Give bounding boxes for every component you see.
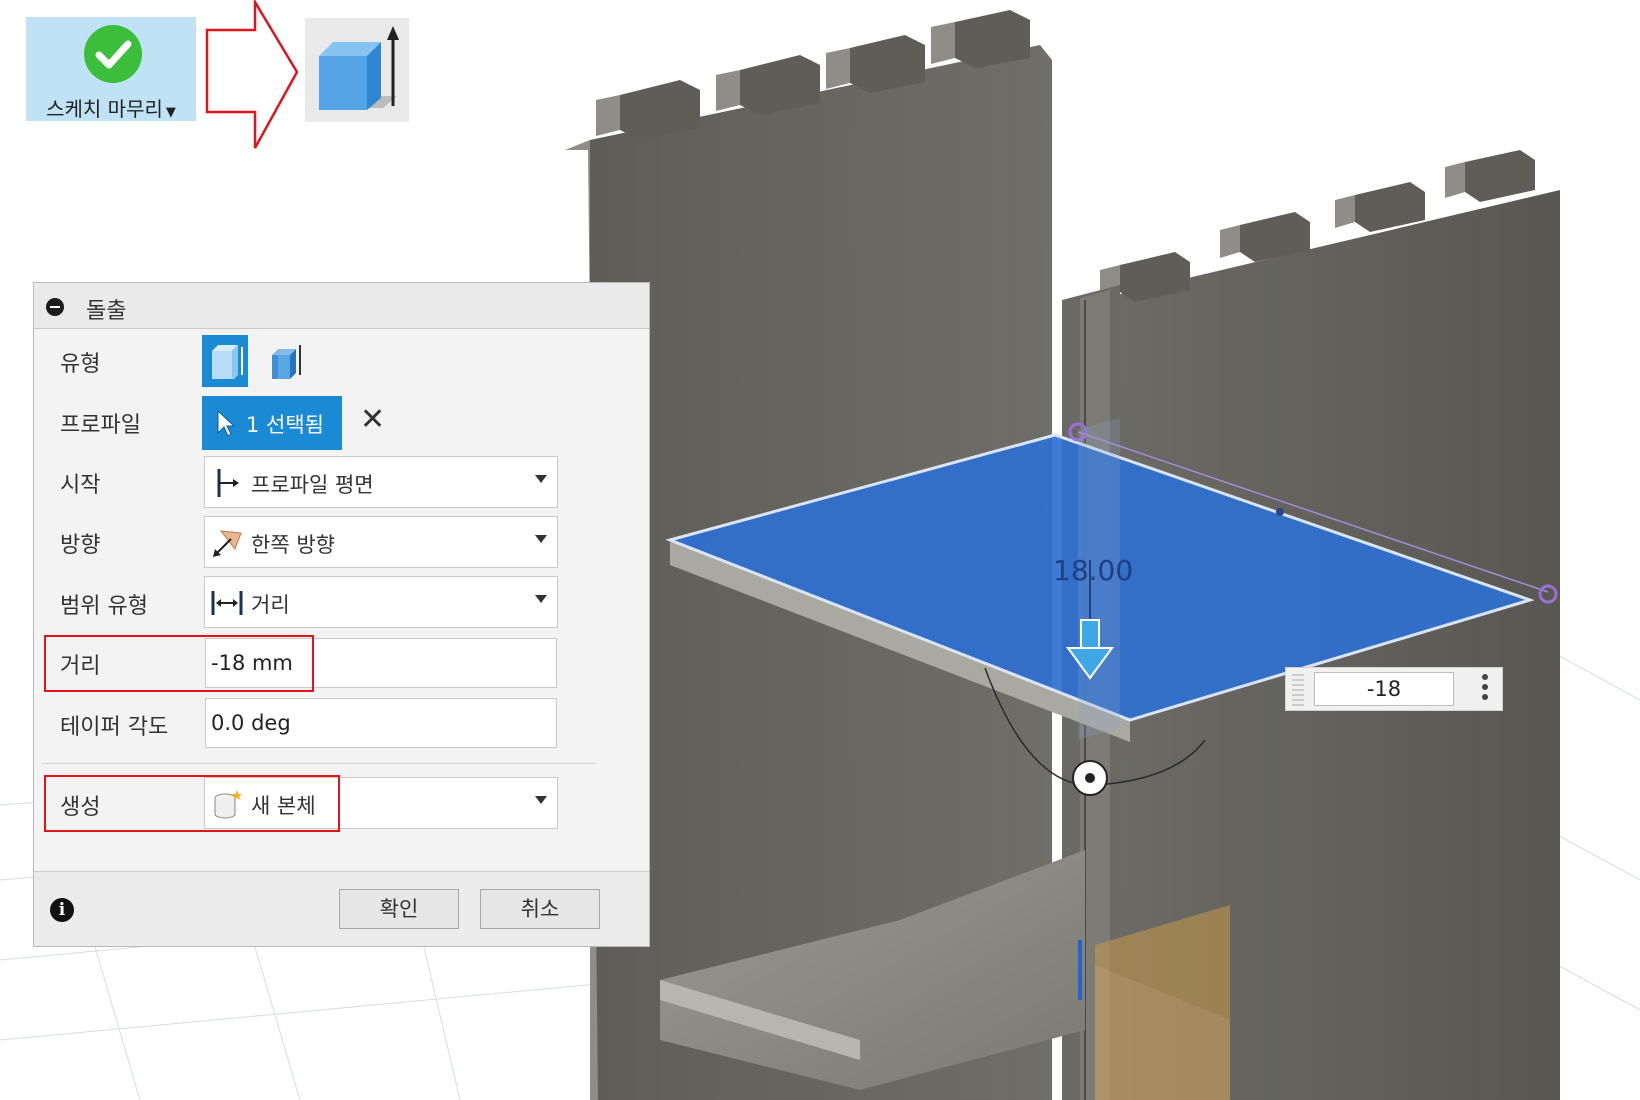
drag-handle-icon[interactable] bbox=[1292, 672, 1304, 706]
profile-selection-button[interactable]: 1 선택됨 bbox=[202, 396, 342, 450]
profile-plane-icon bbox=[217, 469, 239, 497]
start-select[interactable]: 프로파일 평면 bbox=[204, 456, 558, 508]
extent-type-value: 거리 bbox=[251, 593, 290, 617]
operation-highlight bbox=[44, 775, 340, 832]
direction-label: 방향 bbox=[60, 533, 101, 558]
info-icon[interactable]: i bbox=[50, 898, 74, 922]
type-solid-button[interactable] bbox=[202, 335, 248, 387]
one-side-direction-icon bbox=[213, 530, 242, 557]
distance-icon bbox=[211, 591, 243, 615]
start-label: 시작 bbox=[60, 473, 101, 498]
direction-value: 한쪽 방향 bbox=[251, 533, 335, 557]
taper-angle-handle[interactable] bbox=[1072, 760, 1108, 796]
dialog-footer: i 확인 취소 bbox=[34, 871, 649, 946]
ok-button[interactable]: 확인 bbox=[339, 889, 459, 929]
type-label: 유형 bbox=[60, 352, 101, 377]
taper-angle-label: 테이퍼 각도 bbox=[60, 715, 169, 740]
more-options-icon[interactable] bbox=[1482, 674, 1488, 704]
distance-dimension-field[interactable]: -18 bbox=[1314, 672, 1454, 706]
arrow-right-icon bbox=[205, 0, 299, 149]
chevron-down-icon bbox=[535, 535, 547, 543]
distance-highlight bbox=[44, 635, 314, 692]
extent-type-select[interactable]: 거리 bbox=[204, 576, 558, 628]
thin-extrude-icon bbox=[272, 345, 301, 379]
solid-extrude-icon bbox=[212, 345, 243, 379]
divider bbox=[42, 763, 596, 764]
profile-label: 프로파일 bbox=[60, 413, 141, 438]
dropdown-caret-icon: ▼ bbox=[165, 105, 176, 120]
distance-dimension-input: -18 bbox=[1285, 667, 1503, 711]
extent-type-label: 범위 유형 bbox=[60, 594, 148, 619]
extrude-icon bbox=[319, 26, 399, 110]
profile-selection-text: 1 선택됨 bbox=[246, 413, 324, 437]
chevron-down-icon bbox=[535, 595, 547, 603]
extrude-dialog: 돌출 유형 프로파일 1 선택됨 ✕ 시작 프로파일 평면 방향 한쪽 방향 범… bbox=[33, 282, 650, 947]
dialog-title: 돌출 bbox=[86, 299, 127, 324]
chevron-down-icon bbox=[535, 475, 547, 483]
direction-select[interactable]: 한쪽 방향 bbox=[204, 516, 558, 568]
type-thin-button[interactable] bbox=[262, 335, 308, 387]
finish-sketch-button[interactable]: 스케치 마무리 ▼ bbox=[26, 17, 196, 121]
finish-sketch-label: 스케치 마무리 ▼ bbox=[46, 97, 176, 121]
check-circle-icon bbox=[84, 25, 142, 83]
cursor-icon bbox=[217, 409, 236, 437]
dialog-header: 돌출 bbox=[34, 283, 649, 329]
cancel-button[interactable]: 취소 bbox=[480, 889, 600, 929]
distance-dimension-label: 18.00 bbox=[1053, 554, 1133, 587]
chevron-down-icon bbox=[535, 796, 547, 804]
extrude-tool-button[interactable] bbox=[305, 18, 409, 122]
clear-selection-icon[interactable]: ✕ bbox=[360, 405, 385, 435]
start-value: 프로파일 평면 bbox=[251, 473, 374, 497]
collapse-icon[interactable] bbox=[46, 298, 64, 316]
taper-angle-input[interactable]: 0.0 deg bbox=[205, 698, 557, 748]
